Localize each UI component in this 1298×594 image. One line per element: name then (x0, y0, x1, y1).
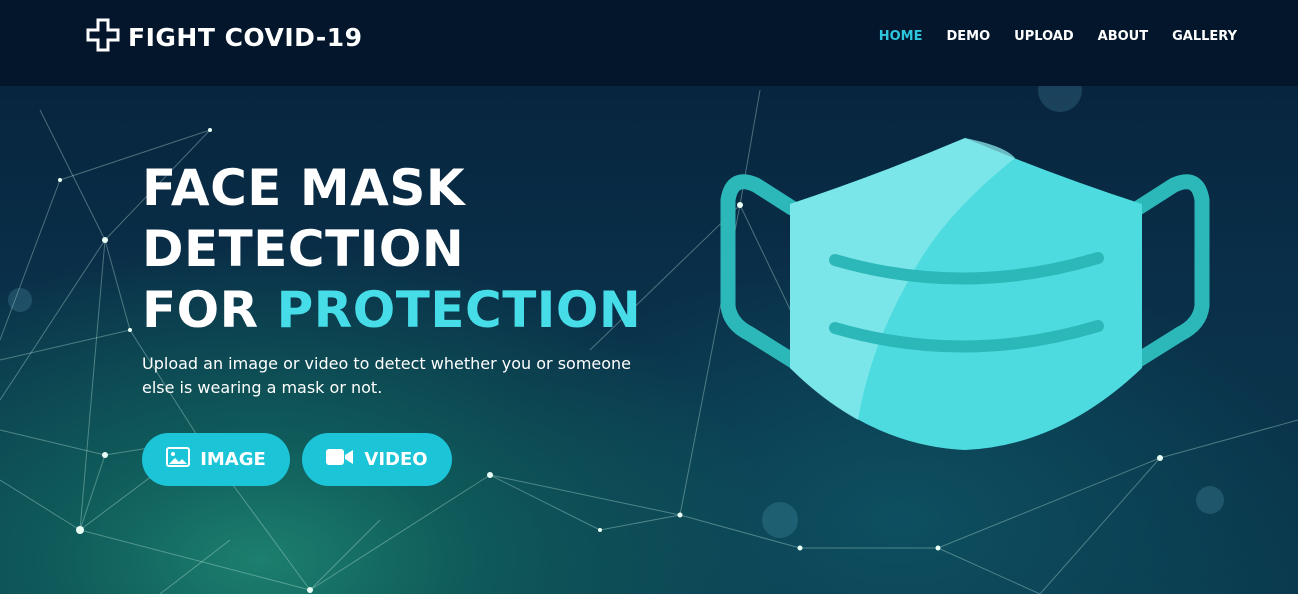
image-button[interactable]: IMAGE (142, 433, 290, 486)
video-button[interactable]: VIDEO (302, 433, 452, 486)
brand-logo[interactable]: FIGHT COVID-19 (86, 18, 363, 57)
headline-line-3: FOR PROTECTION (142, 280, 702, 341)
main-nav: HOME DEMO UPLOAD ABOUT GALLERY (879, 29, 1237, 44)
hero-subtitle: Upload an image or video to detect wheth… (142, 354, 632, 397)
hero-headline: FACE MASK DETECTION FOR PROTECTION (142, 158, 702, 341)
headline-line-1: FACE MASK (142, 159, 466, 217)
video-button-label: VIDEO (364, 449, 428, 470)
image-button-label: IMAGE (200, 449, 266, 470)
medical-cross-icon (86, 18, 120, 57)
nav-item-home[interactable]: HOME (879, 29, 923, 44)
hero-section: FACE MASK DETECTION FOR PROTECTION Uploa… (0, 0, 1298, 594)
nav-item-demo[interactable]: DEMO (947, 29, 991, 44)
headline-line-2: DETECTION (142, 220, 465, 278)
image-icon (166, 447, 191, 472)
face-mask-icon (720, 138, 1210, 450)
nav-item-gallery[interactable]: GALLERY (1172, 29, 1237, 44)
nav-item-about[interactable]: ABOUT (1098, 29, 1148, 44)
headline-line-3-prefix: FOR (142, 281, 259, 339)
headline-accent-word: PROTECTION (276, 281, 642, 339)
brand-name: FIGHT COVID-19 (128, 22, 363, 52)
nav-item-upload[interactable]: UPLOAD (1014, 29, 1073, 44)
video-camera-icon (326, 448, 354, 471)
navbar: FIGHT COVID-19 HOME DEMO UPLOAD ABOUT GA… (0, 0, 1298, 86)
